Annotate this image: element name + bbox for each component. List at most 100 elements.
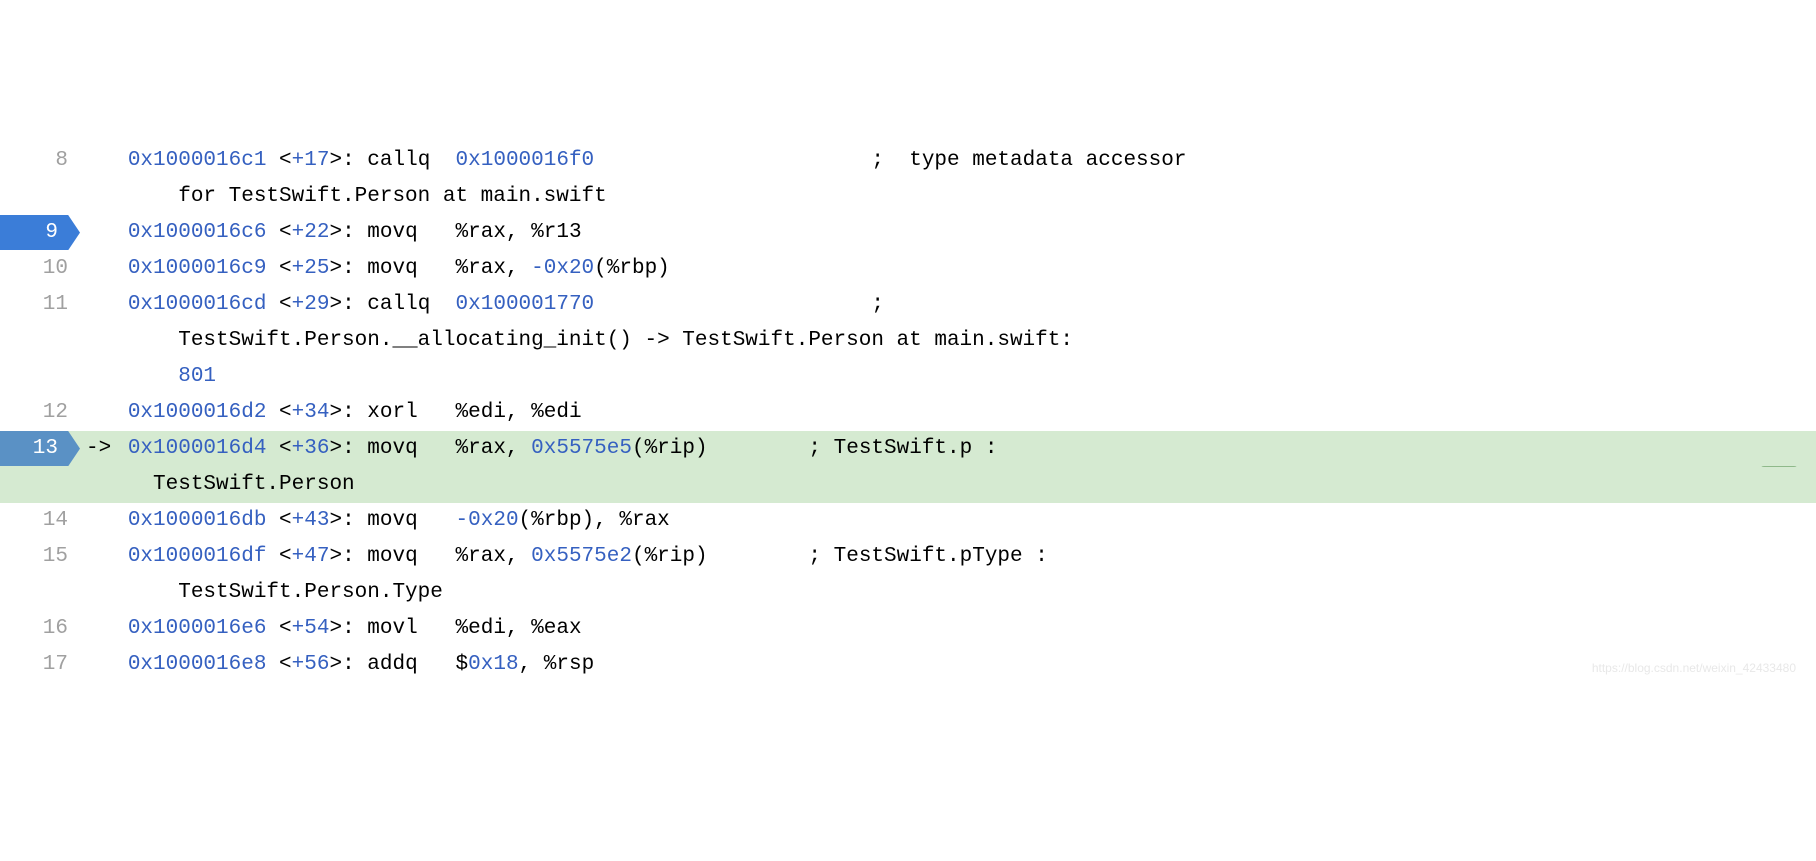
mnemonic: movl: [367, 617, 417, 640]
code-line[interactable]: 17 0x1000016e8 <+56>: addq $0x18, %rsp: [0, 647, 1816, 683]
bracket: <: [279, 653, 292, 676]
bracket: >:: [329, 545, 354, 568]
offset: +34: [292, 401, 330, 424]
offset: +47: [292, 545, 330, 568]
comment-wrap: 801: [178, 365, 216, 388]
line-number: 8: [55, 143, 68, 179]
disassembly-editor: 8 0x1000016c1 <+17>: callq 0x1000016f0 ;…: [0, 143, 1816, 683]
comment-wrap: TestSwift.Person: [153, 473, 355, 496]
code-line-wrap: for TestSwift.Person at main.swift: [0, 179, 1816, 215]
operand: [418, 509, 456, 532]
code-line[interactable]: 12 0x1000016d2 <+34>: xorl %edi, %edi: [0, 395, 1816, 431]
line-number-gutter[interactable]: 9: [0, 215, 80, 251]
line-number: 13: [33, 431, 58, 467]
line-number-gutter[interactable]: 17: [0, 647, 80, 683]
operand: %rax,: [418, 257, 531, 280]
operand: [594, 293, 871, 316]
execution-pointer-icon: ->: [86, 431, 111, 467]
line-number-gutter[interactable]: 15: [0, 539, 80, 575]
bracket: >:: [329, 293, 354, 316]
bracket: <: [279, 545, 292, 568]
address: 0x1000016d4: [128, 437, 267, 460]
code-line[interactable]: 15 0x1000016df <+47>: movq %rax, 0x5575e…: [0, 539, 1816, 575]
code-line[interactable]: 13 -> 0x1000016d4 <+36>: movq %rax, 0x557…: [0, 431, 1816, 467]
operand: %rax, %r13: [418, 221, 582, 244]
code-content: for TestSwift.Person at main.swift: [80, 179, 1816, 215]
bracket: <: [279, 257, 292, 280]
comment: ; TestSwift.p :: [808, 437, 997, 460]
bracket: <: [279, 437, 292, 460]
hex-literal: 0x100001770: [456, 293, 595, 316]
comment-wrap: for TestSwift.Person at main.swift: [178, 185, 606, 208]
code-line-wrap: TestSwift.Person.__allocating_init() -> …: [0, 323, 1816, 359]
code-line[interactable]: 16 0x1000016e6 <+54>: movl %edi, %eax: [0, 611, 1816, 647]
mnemonic: movq: [367, 257, 417, 280]
address: 0x1000016e8: [128, 653, 267, 676]
bracket: <: [279, 293, 292, 316]
code-line-wrap: 801: [0, 359, 1816, 395]
code-line[interactable]: 10 0x1000016c9 <+25>: movq %rax, -0x20(%…: [0, 251, 1816, 287]
offset: +54: [292, 617, 330, 640]
code-content: 0x1000016d4 <+36>: movq %rax, 0x5575e5(%…: [80, 431, 1816, 467]
bracket: >:: [329, 257, 354, 280]
comment-wrap: TestSwift.Person.__allocating_init() -> …: [178, 329, 1073, 352]
mnemonic: addq: [367, 653, 417, 676]
address: 0x1000016cd: [128, 293, 267, 316]
hex-literal: 0x5575e2: [531, 545, 632, 568]
hex-literal: 0x18: [468, 653, 518, 676]
watermark: https://blog.csdn.net/weixin_42433480: [1592, 658, 1796, 678]
code-content: 0x1000016e8 <+56>: addq $0x18, %rsp: [80, 647, 1816, 683]
line-number: 10: [43, 251, 68, 287]
line-number-gutter[interactable]: 16: [0, 611, 80, 647]
mnemonic: callq: [367, 149, 430, 172]
operand: [430, 293, 455, 316]
mnemonic: callq: [367, 293, 430, 316]
line-number: 15: [43, 539, 68, 575]
bracket: >:: [329, 401, 354, 424]
offset: +56: [292, 653, 330, 676]
operand: (%rip): [632, 437, 808, 460]
code-line[interactable]: 11 0x1000016cd <+29>: callq 0x100001770 …: [0, 287, 1816, 323]
offset: +29: [292, 293, 330, 316]
code-line[interactable]: 14 0x1000016db <+43>: movq -0x20(%rbp), …: [0, 503, 1816, 539]
operand: %rax,: [418, 545, 531, 568]
address: 0x1000016c9: [128, 257, 267, 280]
operand: %edi, %edi: [418, 401, 582, 424]
address: 0x1000016d2: [128, 401, 267, 424]
code-content: TestSwift.Person.Type: [80, 575, 1816, 611]
bracket: <: [279, 221, 292, 244]
operand: [594, 149, 871, 172]
line-number: 17: [43, 647, 68, 683]
bracket: <: [279, 617, 292, 640]
code-line[interactable]: 8 0x1000016c1 <+17>: callq 0x1000016f0 ;…: [0, 143, 1816, 179]
code-content: 0x1000016db <+43>: movq -0x20(%rbp), %ra…: [80, 503, 1816, 539]
code-line[interactable]: 9 0x1000016c6 <+22>: movq %rax, %r13: [0, 215, 1816, 251]
bracket: >:: [329, 617, 354, 640]
code-line-wrap: TestSwift.Person.Type: [0, 575, 1816, 611]
address: 0x1000016df: [128, 545, 267, 568]
bracket: <: [279, 401, 292, 424]
comment: ; TestSwift.pType :: [808, 545, 1047, 568]
offset: +17: [292, 149, 330, 172]
operand: (%rbp), %rax: [519, 509, 670, 532]
line-number-gutter[interactable]: 13: [0, 431, 80, 467]
line-number-gutter[interactable]: 10: [0, 251, 80, 287]
comment: ; type metadata accessor: [871, 149, 1186, 172]
mnemonic: movq: [367, 509, 417, 532]
operand: (%rip): [632, 545, 808, 568]
bracket: >:: [329, 653, 354, 676]
line-number: 11: [43, 287, 68, 323]
operand: %rax,: [418, 437, 531, 460]
code-content: TestSwift.Person.__allocating_init() -> …: [80, 323, 1816, 359]
operand: , %rsp: [519, 653, 595, 676]
line-number-gutter[interactable]: 11: [0, 287, 80, 323]
line-number-gutter[interactable]: 12: [0, 395, 80, 431]
line-number-gutter[interactable]: 8: [0, 143, 80, 179]
operand: [430, 149, 455, 172]
code-content: 0x1000016c6 <+22>: movq %rax, %r13: [80, 215, 1816, 251]
line-number-gutter[interactable]: 14: [0, 503, 80, 539]
comment: ;: [871, 293, 896, 316]
comment-wrap: TestSwift.Person.Type: [178, 581, 443, 604]
address: 0x1000016c1: [128, 149, 267, 172]
code-content: 0x1000016c9 <+25>: movq %rax, -0x20(%rbp…: [80, 251, 1816, 287]
